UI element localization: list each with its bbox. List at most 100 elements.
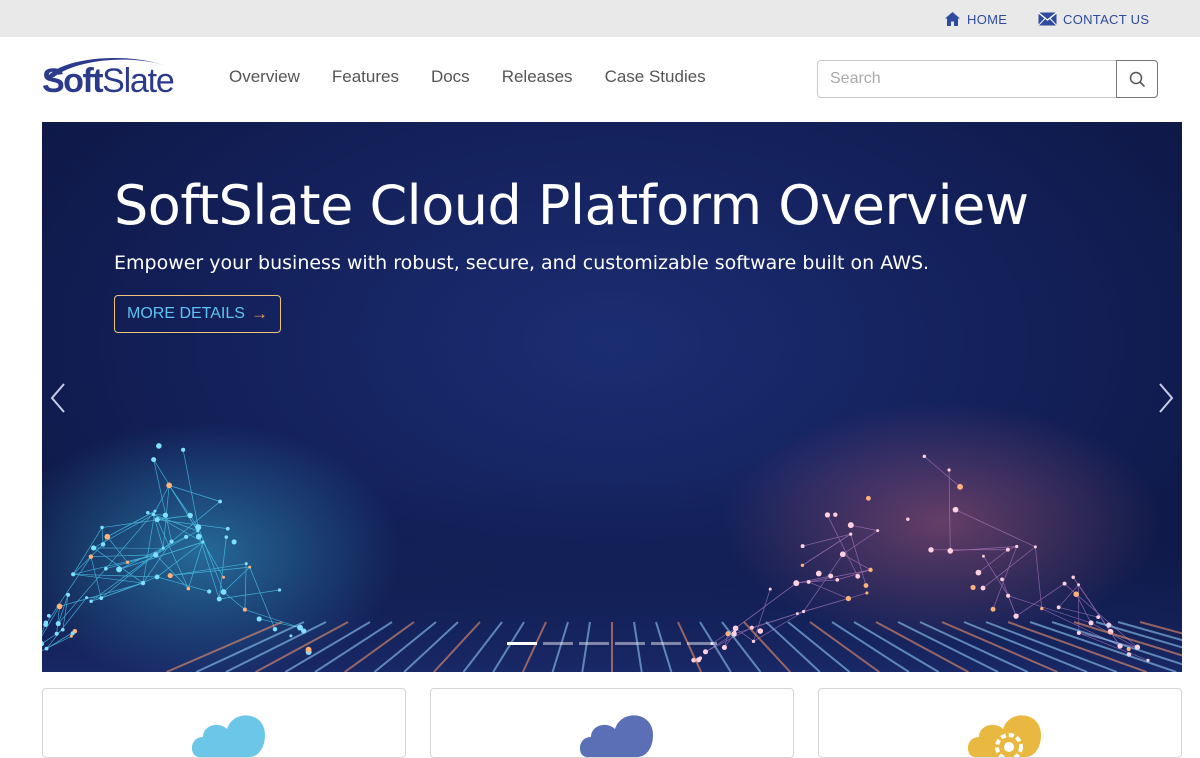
- mesh-node: [876, 529, 879, 532]
- mesh-node: [703, 649, 708, 654]
- nav-item-releases[interactable]: Releases: [502, 67, 573, 87]
- mesh-node: [1063, 582, 1067, 586]
- mesh-node: [181, 448, 185, 452]
- mesh-node: [70, 635, 73, 638]
- more-details-button[interactable]: MORE DETAILS →: [114, 295, 281, 333]
- mesh-node: [752, 640, 755, 643]
- mesh-node: [906, 518, 909, 521]
- mesh-node: [923, 455, 926, 458]
- mesh-node: [153, 510, 156, 513]
- mesh-node: [89, 554, 94, 559]
- mesh-node: [991, 607, 996, 612]
- search-form: [817, 60, 1158, 98]
- mesh-node: [45, 647, 49, 651]
- mesh-node: [184, 535, 188, 539]
- search-button[interactable]: [1116, 60, 1158, 98]
- mesh-node: [801, 564, 804, 567]
- carousel-indicator-1[interactable]: [507, 642, 537, 645]
- mesh-node: [248, 566, 251, 569]
- mesh-node: [99, 596, 103, 600]
- carousel-indicator-6[interactable]: [687, 642, 717, 645]
- feature-card[interactable]: [430, 688, 794, 758]
- mesh-node: [196, 534, 202, 540]
- nav-item-overview[interactable]: Overview: [229, 67, 300, 87]
- mesh-node: [801, 544, 805, 548]
- mesh-node: [855, 574, 860, 579]
- mesh-node: [970, 585, 975, 590]
- home-link[interactable]: HOME: [944, 10, 1007, 28]
- hero-title: SoftSlate Cloud Platform Overview: [114, 174, 1029, 237]
- site-header: SoftSlate Overview Features Docs Release…: [0, 37, 1200, 122]
- search-icon: [1129, 71, 1146, 88]
- mesh-node: [116, 566, 122, 572]
- contact-link[interactable]: CONTACT US: [1038, 10, 1149, 28]
- feature-card[interactable]: [818, 688, 1182, 758]
- mesh-node: [85, 596, 88, 599]
- mesh-node: [865, 591, 868, 594]
- mesh-node: [306, 647, 312, 653]
- mesh-node: [61, 628, 65, 632]
- mesh-node: [848, 522, 854, 528]
- carousel-indicator-2[interactable]: [543, 642, 573, 645]
- cloud-icon: [189, 707, 269, 758]
- mesh-node: [1006, 594, 1010, 598]
- carousel-indicator-5[interactable]: [651, 642, 681, 645]
- mesh-node: [733, 625, 739, 631]
- mesh-node: [155, 575, 160, 580]
- mesh-node: [1089, 620, 1094, 625]
- mesh-node: [71, 631, 75, 635]
- mesh-node: [981, 586, 986, 591]
- mesh-node: [278, 588, 281, 591]
- mesh-node: [1000, 577, 1004, 581]
- mesh-node: [153, 552, 158, 557]
- logo-wordmark: SoftSlate: [42, 62, 174, 101]
- mesh-node: [828, 574, 833, 579]
- mesh-node: [55, 632, 59, 636]
- mesh-node: [1073, 591, 1079, 597]
- softslate-logo[interactable]: SoftSlate: [40, 49, 200, 103]
- mesh-node: [849, 532, 852, 535]
- carousel-prev-button[interactable]: [46, 380, 70, 416]
- mesh-node: [1096, 615, 1100, 619]
- arrow-right-icon: →: [251, 304, 268, 324]
- chevron-right-icon: [1154, 380, 1178, 416]
- mesh-node: [166, 482, 172, 488]
- mesh-node: [1015, 545, 1018, 548]
- nav-item-docs[interactable]: Docs: [431, 67, 470, 87]
- mesh-node: [146, 511, 149, 514]
- mesh-node: [243, 608, 247, 612]
- mesh-node: [840, 551, 846, 557]
- mesh-node: [156, 443, 162, 449]
- nav-item-case-studies[interactable]: Case Studies: [605, 67, 706, 87]
- gear-icon: [965, 707, 1045, 758]
- search-input[interactable]: [817, 60, 1117, 98]
- carousel-indicator-4[interactable]: [615, 642, 645, 645]
- mesh-node: [152, 513, 155, 516]
- mesh-node: [44, 621, 48, 625]
- mesh-node: [187, 513, 192, 518]
- mesh-node: [91, 545, 96, 550]
- mesh-node: [796, 612, 799, 615]
- nav-item-features[interactable]: Features: [332, 67, 399, 87]
- main-nav: Overview Features Docs Releases Case Stu…: [229, 67, 738, 87]
- cloud-icon: [577, 707, 657, 758]
- utility-bar: HOME CONTACT US: [0, 0, 1200, 37]
- mesh-node: [846, 596, 851, 601]
- chevron-left-icon: [46, 380, 70, 416]
- mesh-node: [155, 517, 160, 522]
- mesh-node: [807, 580, 811, 584]
- mesh-node: [982, 555, 985, 558]
- mesh-node: [793, 580, 799, 586]
- carousel-indicator-3[interactable]: [579, 642, 609, 645]
- carousel-next-button[interactable]: [1154, 380, 1178, 416]
- contact-link-label: CONTACT US: [1063, 12, 1149, 27]
- mesh-node: [957, 484, 963, 490]
- mesh-node: [864, 583, 869, 588]
- mesh-node: [757, 628, 763, 634]
- mesh-node: [289, 634, 292, 637]
- mesh-node: [187, 587, 191, 591]
- feature-card[interactable]: [42, 688, 406, 758]
- mesh-node: [947, 548, 953, 554]
- mesh-node: [71, 572, 75, 576]
- hero-carousel: SoftSlate Cloud Platform Overview Empowe…: [42, 122, 1182, 672]
